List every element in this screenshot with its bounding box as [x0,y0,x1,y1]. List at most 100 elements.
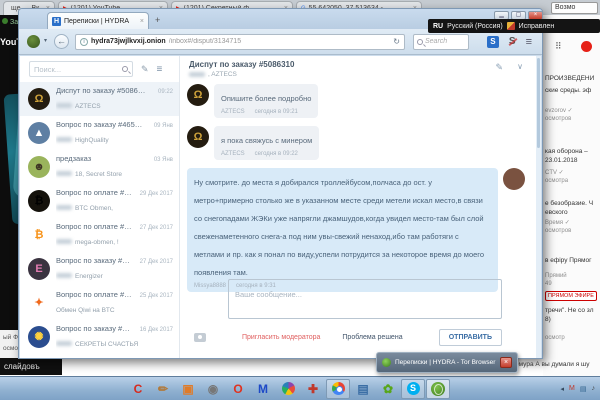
edit-icon[interactable]: ✎ [495,62,503,73]
taskbar-icon[interactable]: ◉ [201,379,225,399]
yt-text-fragment: Время ✓ [545,219,570,226]
chat-scrollbar[interactable] [536,56,541,358]
taskbar-icon[interactable] [326,379,350,399]
background-notification-button[interactable]: Возмо [551,2,598,14]
chat-actions: Пригласить модератора Проблема решена ОТ… [228,328,502,346]
taskbar-icon[interactable] [276,379,300,399]
redacted-name [56,341,72,346]
url-bar[interactable]: i hydra73jwjlkvxij.onion /inbox#/disput/… [75,34,405,50]
chat-header: Диспут по заказу #5086310 , AZTECS ✎ ∨ [181,56,535,82]
conversation-participants: Обмен Qiwi на BTC [56,307,115,314]
reload-icon[interactable]: ↻ [393,37,400,46]
tray-icon[interactable]: ◂ [561,385,565,393]
language-label: Русский (Россия) [447,23,503,30]
message-time: сегодня в 09:21 [255,109,298,115]
conversation-title: Вопрос по оплате #… [56,188,137,197]
avatar: ✺ [28,326,50,348]
conversation-time: 27 Дек 2017 [140,259,173,265]
sidebar-search-placeholder: Поиск... [34,65,122,74]
taskbar-preview-tooltip[interactable]: Переписки | HYDRA - Tor Browser × [376,352,518,373]
taskbar-icon[interactable]: M [251,379,275,399]
app-icon: ▣ [182,382,193,396]
new-tab-button[interactable]: + [155,15,160,25]
app-icon [282,382,295,395]
apps-grid-icon[interactable]: ⠿ [555,41,563,52]
app-icon: C [134,382,143,396]
conversation-participants: СЕКРЕТЫ СЧАСТЬЯ [56,341,138,348]
conversation-item[interactable]: ₿ Вопрос по оплате #… 27 Дек 2017 mega-o… [20,218,179,252]
tooltip-close-icon[interactable]: × [500,357,512,368]
redacted-name [56,103,72,108]
chat-pane: Диспут по заказу #5086310 , AZTECS ✎ ∨ Ω… [181,56,535,358]
taskbar-icon[interactable]: ✏ [151,379,175,399]
notification-bell-icon[interactable] [581,41,592,52]
conversation-title: предзаказ [56,154,151,163]
message-sender: AZTECS [221,151,245,157]
search-bar[interactable]: Search [413,34,469,50]
conversation-participants: mega-obmen, ! [56,239,119,246]
conversation-item[interactable]: ☻ предзаказ 03 Янв 18, Secret Store [20,150,179,184]
message-input[interactable]: Ваше сообщение... [228,279,502,319]
attach-photo-icon[interactable] [194,333,206,342]
conversation-item[interactable]: ✺ Вопрос по заказу #… 16 Дек 2017 СЕКРЕТ… [20,320,179,354]
problem-solved-link[interactable]: Проблема решена [342,334,402,341]
conversation-time: 09:22 [158,89,173,95]
taskbar-icon[interactable] [426,379,450,399]
avatar: Ω [187,126,209,148]
conversation-title: Вопрос по заказу #… [56,324,137,333]
taskbar-icon[interactable] [401,379,425,399]
tab-title: Переписки | HYDRA [64,18,137,25]
list-menu-icon[interactable]: ≡ [157,64,163,75]
compose-icon[interactable]: ✎ [141,64,149,75]
site-info-icon[interactable]: i [80,38,88,46]
avatar: Ω [28,88,50,110]
tab-close-icon[interactable]: × [140,18,144,25]
conversation-item[interactable]: ▲ Вопрос по заказу #465… 09 Янв HighQual… [20,116,179,150]
tray-icon[interactable]: M [569,385,575,393]
torbutton-onion-icon[interactable] [27,35,40,48]
sidebar-search-input[interactable]: Поиск... [29,61,133,77]
conversation-time: 29 Дек 2017 [140,191,173,197]
browser-menu-icon[interactable]: ≡ [526,36,532,48]
youtube-sidebar: ПРОИЗВЕДЕНИские среды. эфevzorov ✓осмотр… [543,15,600,376]
yt-text-fragment: CTV ✓ [545,169,564,176]
conversation-participants: HighQuality [56,137,109,144]
tor-browser-window: H Переписки | HYDRA × + ← i hydra73jwjlk… [18,8,543,359]
yt-text-fragment: Прямий [545,273,567,279]
app-icon: ▤ [357,382,368,396]
taskbar-icon[interactable]: ✿ [376,379,400,399]
avatar: E [28,258,50,280]
taskbar-icon[interactable]: ▤ [351,379,375,399]
conversation-item[interactable]: Ω Диспут по заказу #5086… 09:22 AZTECS [20,82,179,116]
yt-text-fragment: осмотр [545,335,565,341]
yt-text-fragment: 8) [545,316,551,323]
yt-text-fragment: evzorov ✓ [545,107,573,114]
yt-text-fragment: тречи". Не со зл [545,307,594,314]
conversation-item[interactable]: ✦ Вопрос по оплате #… 25 Дек 2017 Обмен … [20,286,179,320]
tor-active-tab[interactable]: H Переписки | HYDRA × [47,12,149,29]
back-button[interactable]: ← [54,34,69,49]
chevron-down-icon[interactable]: ∨ [517,62,523,71]
taskbar-icon[interactable]: C [126,379,150,399]
message-input-placeholder: Ваше сообщение... [235,290,302,299]
hydra-favicon-icon: H [52,17,61,26]
hydra-app: Поиск... ✎ ≡ Ω Диспут по заказу #5086… [20,56,541,358]
tray-icon[interactable]: ▤ [580,385,587,393]
language-bar[interactable]: RU Русский (Россия) Исправлен [428,19,600,33]
noscript-icon[interactable]: S [487,36,499,48]
message-text: я пока свяжусь с минером [221,136,312,145]
conversation-title: Вопрос по заказу #… [56,256,137,265]
taskbar-icon[interactable]: ▣ [176,379,200,399]
conversation-item[interactable]: E Вопрос по заказу #… 27 Дек 2017 Energi… [20,252,179,286]
tray-icon[interactable]: ♪ [592,385,596,393]
send-button[interactable]: ОТПРАВИТЬ [439,329,502,346]
message-time: сегодня в 09:22 [255,151,298,157]
https-everywhere-icon[interactable]: S [509,36,516,47]
taskbar-icon[interactable]: ✚ [301,379,325,399]
invite-moderator-link[interactable]: Пригласить модератора [242,334,320,341]
yt-text-fragment: ские среды. эф [545,87,591,94]
taskbar-icon[interactable]: O [226,379,250,399]
conversation-item[interactable]: ₿ Вопрос по оплате #… 29 Дек 2017 BTC Ob… [20,184,179,218]
chat-message: Ω Опишите более подробно AZTECSсегодня в… [187,84,525,118]
conversation-participants: Energizer [56,273,103,280]
